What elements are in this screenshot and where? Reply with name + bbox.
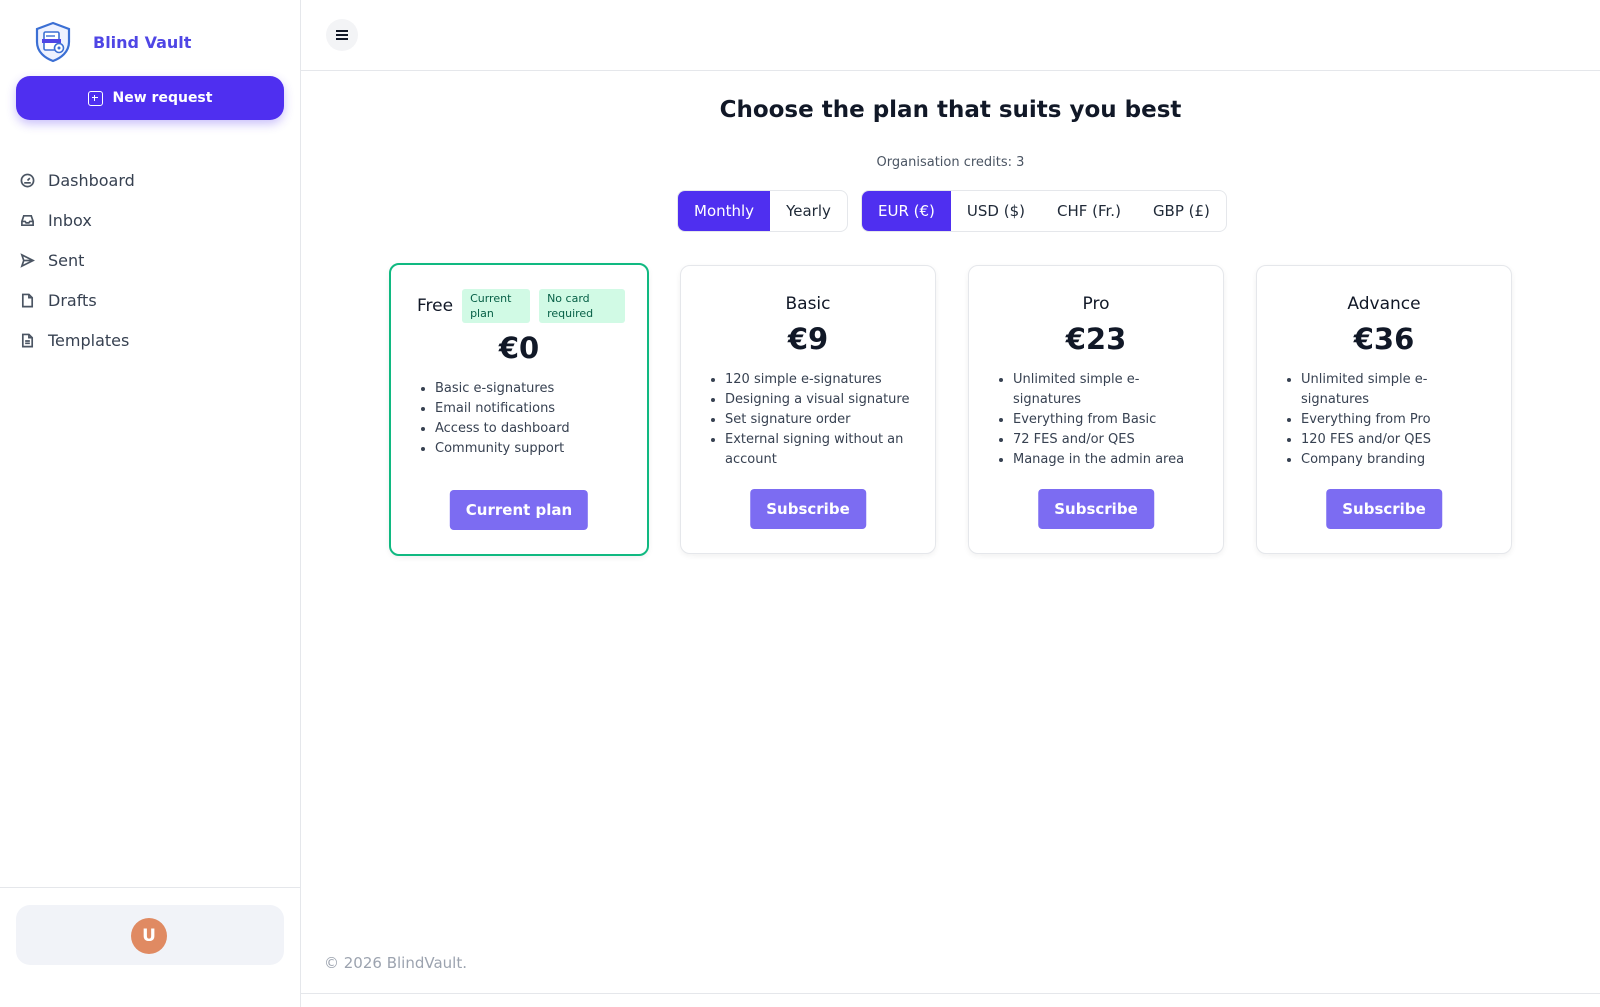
hamburger-icon	[336, 34, 348, 36]
plan-price: €23	[1065, 322, 1127, 356]
currency-gbp-button[interactable]: GBP (£)	[1137, 191, 1226, 231]
period-yearly-button[interactable]: Yearly	[770, 191, 847, 231]
feature-item: Everything from Pro	[1301, 410, 1493, 430]
period-monthly-button[interactable]: Monthly	[678, 191, 771, 231]
plan-card-free: Free Current plan No card required €0 Ba…	[389, 263, 649, 556]
plan-card-advance: Advance €36 Unlimited simple e-signature…	[1256, 265, 1512, 554]
feature-item: Designing a visual signature	[725, 390, 917, 410]
plan-name: Free	[417, 296, 454, 316]
subscribe-button-basic[interactable]: Subscribe	[750, 489, 866, 529]
dashboard-icon	[20, 173, 35, 187]
plus-square-icon	[87, 90, 103, 106]
feature-item: Access to dashboard	[435, 419, 629, 439]
plan-name: Basic	[785, 294, 831, 314]
plan-card-basic: Basic €9 120 simple e-signatures Designi…	[680, 265, 936, 554]
feature-item: Company branding	[1301, 450, 1493, 470]
feature-item: 120 simple e-signatures	[725, 370, 917, 390]
current-plan-badge: Current plan	[462, 289, 531, 323]
feature-item: Everything from Basic	[1013, 410, 1205, 430]
feature-item: 72 FES and/or QES	[1013, 430, 1205, 450]
no-card-badge: No card required	[539, 289, 626, 323]
subscribe-button-pro[interactable]: Subscribe	[1038, 489, 1154, 529]
sidebar-item-sent[interactable]: Sent	[20, 240, 135, 280]
plan-price: €9	[787, 322, 829, 356]
sidebar-item-label: Drafts	[48, 290, 97, 310]
sidebar-footer: U	[0, 887, 300, 1007]
feature-item: Unlimited simple e-signatures	[1301, 370, 1493, 410]
currency-toggle: EUR (€) USD ($) CHF (Fr.) GBP (£)	[861, 190, 1227, 232]
bottom-divider	[301, 993, 1600, 994]
plan-price: €0	[498, 331, 540, 365]
shield-logo-icon	[35, 21, 71, 63]
feature-item: Unlimited simple e-signatures	[1013, 370, 1205, 410]
plan-header: Free Current plan No card required	[417, 289, 647, 323]
file-text-icon	[21, 333, 34, 347]
page-title: Choose the plan that suits you best	[719, 97, 1182, 123]
currency-usd-button[interactable]: USD ($)	[951, 191, 1041, 231]
plan-features: Unlimited simple e-signatures Everything…	[1301, 370, 1511, 470]
billing-period-toggle: Monthly Yearly	[677, 190, 848, 232]
file-icon	[21, 293, 34, 307]
new-request-label: New request	[112, 90, 213, 106]
plan-card-pro: Pro €23 Unlimited simple e-signatures Ev…	[968, 265, 1224, 554]
inbox-icon	[21, 214, 34, 226]
currency-eur-button[interactable]: EUR (€)	[862, 191, 951, 231]
menu-toggle-button[interactable]	[326, 19, 358, 51]
plan-name: Pro	[1082, 294, 1110, 314]
sidebar-item-templates[interactable]: Templates	[20, 320, 135, 360]
sidebar-item-label: Sent	[48, 250, 85, 270]
sidebar: Blind Vault New request Dashboard Inbox …	[0, 0, 301, 1007]
sidebar-item-label: Inbox	[48, 210, 92, 230]
sidebar-nav: Dashboard Inbox Sent Drafts Templates	[20, 160, 135, 360]
brand[interactable]: Blind Vault	[33, 21, 191, 63]
user-card[interactable]: U	[16, 905, 284, 965]
plan-price: €36	[1353, 322, 1415, 356]
current-plan-button[interactable]: Current plan	[449, 490, 589, 530]
subscribe-button-advance[interactable]: Subscribe	[1326, 489, 1442, 529]
feature-item: Email notifications	[435, 399, 629, 419]
brand-name: Blind Vault	[93, 32, 192, 52]
plan-features: Unlimited simple e-signatures Everything…	[1013, 370, 1223, 470]
send-icon	[20, 252, 35, 268]
sidebar-item-label: Dashboard	[48, 170, 135, 190]
feature-item: Community support	[435, 439, 629, 459]
plan-features: Basic e-signatures Email notifications A…	[435, 379, 647, 459]
plan-features: 120 simple e-signatures Designing a visu…	[725, 370, 935, 470]
avatar[interactable]: U	[131, 918, 167, 954]
sidebar-item-dashboard[interactable]: Dashboard	[20, 160, 135, 200]
new-request-button[interactable]: New request	[16, 76, 284, 120]
copyright-footer: © 2026 BlindVault.	[324, 954, 467, 972]
feature-item: Manage in the admin area	[1013, 450, 1205, 470]
plan-name: Advance	[1347, 294, 1421, 314]
sidebar-item-drafts[interactable]: Drafts	[20, 280, 135, 320]
sidebar-item-inbox[interactable]: Inbox	[20, 200, 135, 240]
currency-chf-button[interactable]: CHF (Fr.)	[1041, 191, 1137, 231]
sidebar-item-label: Templates	[48, 330, 130, 350]
feature-item: Basic e-signatures	[435, 379, 629, 399]
topbar	[301, 0, 1600, 71]
organisation-credits: Organisation credits: 3	[876, 155, 1025, 170]
feature-item: External signing without an account	[725, 430, 917, 470]
feature-item: Set signature order	[725, 410, 917, 430]
feature-item: 120 FES and/or QES	[1301, 430, 1493, 450]
